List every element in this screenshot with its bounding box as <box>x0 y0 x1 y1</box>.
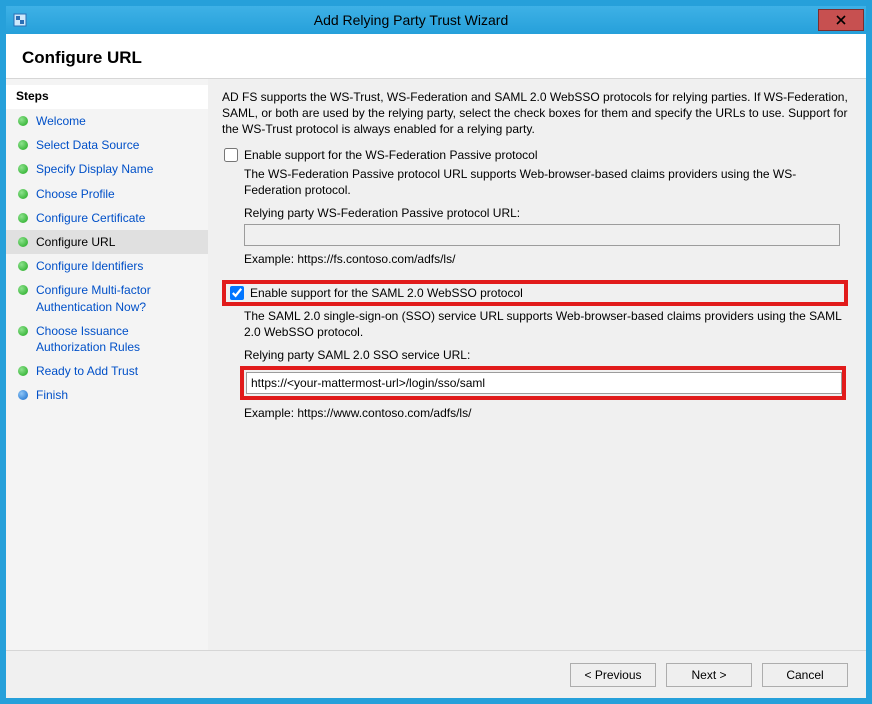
step-welcome[interactable]: Welcome <box>6 109 208 133</box>
previous-button[interactable]: < Previous <box>570 663 656 687</box>
intro-text: AD FS supports the WS-Trust, WS-Federati… <box>222 89 848 138</box>
page-header: Configure URL <box>6 34 866 79</box>
next-button[interactable]: Next > <box>666 663 752 687</box>
bullet-icon <box>18 285 28 295</box>
step-label: Choose Profile <box>36 186 115 202</box>
saml-checkbox-highlight: Enable support for the SAML 2.0 WebSSO p… <box>222 280 848 306</box>
wsfed-checkbox-row: Enable support for the WS-Federation Pas… <box>222 148 848 162</box>
bullet-icon <box>18 140 28 150</box>
wsfed-example: Example: https://fs.contoso.com/adfs/ls/ <box>244 252 848 266</box>
step-label: Configure Multi-factor Authentication No… <box>36 282 198 314</box>
bullet-icon <box>18 366 28 376</box>
bullet-icon <box>18 390 28 400</box>
titlebar: Add Relying Party Trust Wizard <box>6 6 866 34</box>
bullet-icon <box>18 213 28 223</box>
content-panel: AD FS supports the WS-Trust, WS-Federati… <box>208 79 866 650</box>
step-configure-identifiers[interactable]: Configure Identifiers <box>6 254 208 278</box>
cancel-button[interactable]: Cancel <box>762 663 848 687</box>
step-label: Select Data Source <box>36 137 139 153</box>
step-label: Finish <box>36 387 68 403</box>
step-choose-profile[interactable]: Choose Profile <box>6 182 208 206</box>
bullet-icon <box>18 189 28 199</box>
wizard-window: Add Relying Party Trust Wizard Configure… <box>0 0 872 704</box>
step-configure-url[interactable]: Configure URL <box>6 230 208 254</box>
saml-checkbox-label: Enable support for the SAML 2.0 WebSSO p… <box>250 286 523 300</box>
wsfed-description: The WS-Federation Passive protocol URL s… <box>244 166 848 198</box>
bullet-icon <box>18 237 28 247</box>
saml-example: Example: https://www.contoso.com/adfs/ls… <box>244 406 848 420</box>
saml-url-label: Relying party SAML 2.0 SSO service URL: <box>244 348 848 362</box>
step-finish[interactable]: Finish <box>6 383 208 407</box>
steps-heading: Steps <box>6 85 208 109</box>
step-label: Configure Certificate <box>36 210 145 226</box>
step-configure-mfa[interactable]: Configure Multi-factor Authentication No… <box>6 278 208 318</box>
bullet-icon <box>18 326 28 336</box>
window-title: Add Relying Party Trust Wizard <box>34 12 818 28</box>
step-configure-certificate[interactable]: Configure Certificate <box>6 206 208 230</box>
page-title: Configure URL <box>22 48 850 68</box>
step-label: Choose Issuance Authorization Rules <box>36 323 198 355</box>
close-button[interactable] <box>818 9 864 31</box>
button-row: < Previous Next > Cancel <box>6 650 866 698</box>
saml-checkbox-row: Enable support for the SAML 2.0 WebSSO p… <box>228 286 842 300</box>
steps-sidebar: Steps Welcome Select Data Source Specify… <box>6 79 208 650</box>
saml-url-input[interactable] <box>246 372 842 394</box>
step-label: Configure Identifiers <box>36 258 143 274</box>
wsfed-url-input[interactable] <box>244 224 840 246</box>
step-select-data-source[interactable]: Select Data Source <box>6 133 208 157</box>
step-label: Configure URL <box>36 234 115 250</box>
wsfed-checkbox-label: Enable support for the WS-Federation Pas… <box>244 148 537 162</box>
saml-checkbox[interactable] <box>230 286 244 300</box>
step-label: Specify Display Name <box>36 161 153 177</box>
body: Steps Welcome Select Data Source Specify… <box>6 79 866 650</box>
step-choose-issuance-rules[interactable]: Choose Issuance Authorization Rules <box>6 319 208 359</box>
saml-description: The SAML 2.0 single-sign-on (SSO) servic… <box>244 308 848 340</box>
bullet-icon <box>18 164 28 174</box>
wsfed-checkbox[interactable] <box>224 148 238 162</box>
app-icon <box>12 12 28 28</box>
step-ready-to-add-trust[interactable]: Ready to Add Trust <box>6 359 208 383</box>
step-label: Welcome <box>36 113 86 129</box>
bullet-icon <box>18 261 28 271</box>
wsfed-url-label: Relying party WS-Federation Passive prot… <box>244 206 848 220</box>
saml-url-highlight <box>240 366 846 400</box>
step-specify-display-name[interactable]: Specify Display Name <box>6 157 208 181</box>
step-label: Ready to Add Trust <box>36 363 138 379</box>
bullet-icon <box>18 116 28 126</box>
